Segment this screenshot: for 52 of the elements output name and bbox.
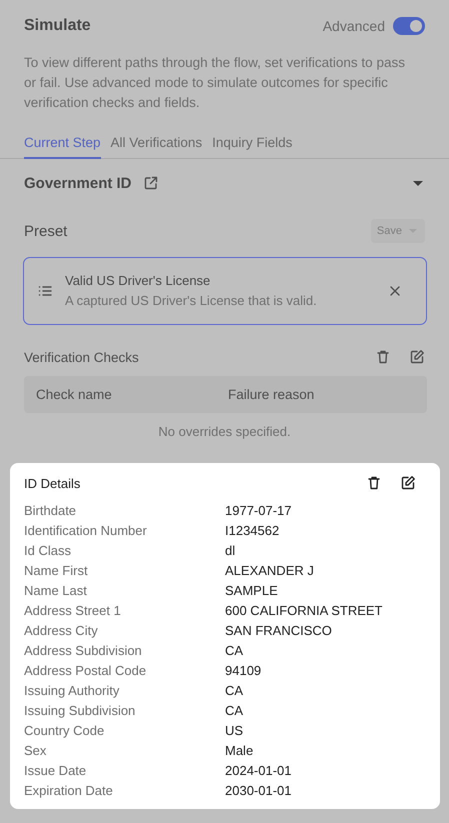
tab[interactable]: All Verifications	[110, 135, 202, 159]
field-value: CA	[225, 702, 244, 720]
field-value: Male	[225, 742, 254, 760]
field-value: CA	[225, 642, 244, 660]
field-label: Address Subdivision	[24, 642, 143, 660]
field-value: 600 CALIFORNIA STREET	[225, 602, 384, 620]
field-label: Birthdate	[24, 502, 78, 520]
field-label: Address Postal Code	[24, 662, 148, 680]
field-label: Address Street 1	[24, 602, 122, 620]
field-label: Address City	[24, 622, 99, 640]
field-value: CA	[225, 682, 244, 700]
empty-message: No overrides specified.	[157, 424, 292, 439]
field-value: 1977-07-17	[225, 502, 292, 520]
section-title: Government ID	[24, 174, 132, 192]
section-heading: Verification Checks	[24, 350, 139, 364]
field-label: Sex	[24, 742, 48, 760]
field-label: Country Code	[24, 722, 106, 740]
field-value: SAMPLE	[225, 582, 279, 600]
preset-title: Valid US Driver's License	[65, 272, 212, 290]
field-value: 2030-01-01	[225, 782, 292, 800]
preset-card[interactable]: Valid US Driver's License A captured US Driver's License that is valid.	[23, 257, 427, 325]
field-value: US	[225, 722, 244, 740]
field-label: Name Last	[24, 582, 88, 600]
external-link-icon[interactable]	[142, 175, 159, 191]
description-text: To view different paths through the flow, set verifications to pass or fail. Use advanced mode to simulate outcomes for specific verification checks and fields.	[24, 54, 406, 112]
trash-icon[interactable]	[366, 475, 382, 491]
tab[interactable]: Inquiry Fields	[212, 135, 292, 159]
field-value: 94109	[225, 662, 262, 680]
field-value: SAN FRANCISCO	[225, 622, 333, 640]
field-value: dl	[225, 542, 236, 560]
column-header: Failure reason	[228, 387, 316, 402]
edit-icon[interactable]	[400, 475, 416, 491]
field-label: Issuing Authority	[24, 682, 120, 700]
field-label: Issue Date	[24, 762, 88, 780]
tab[interactable]: Current Step	[24, 135, 101, 159]
field-label: Issuing Subdivision	[24, 702, 136, 720]
field-value: I1234562	[225, 522, 280, 540]
field-value: 2024-01-01	[225, 762, 292, 780]
preset-label: Preset	[24, 222, 68, 240]
field-label: Id Class	[24, 542, 72, 560]
toggle-label: Advanced	[322, 18, 385, 34]
card-title: ID Details	[24, 476, 80, 490]
panel-title: Simulate	[24, 16, 91, 34]
close-icon[interactable]	[388, 284, 402, 298]
field-value: ALEXANDER J	[225, 562, 315, 580]
field-label: Identification Number	[24, 522, 148, 540]
caret-icon[interactable]	[413, 180, 423, 186]
toggle-switch[interactable]	[393, 16, 425, 34]
field-label: Name First	[24, 562, 89, 580]
column-header: Check name	[36, 387, 113, 402]
preset-description: A captured US Driver's License that is valid.	[65, 292, 318, 310]
field-label: Expiration Date	[24, 782, 114, 800]
